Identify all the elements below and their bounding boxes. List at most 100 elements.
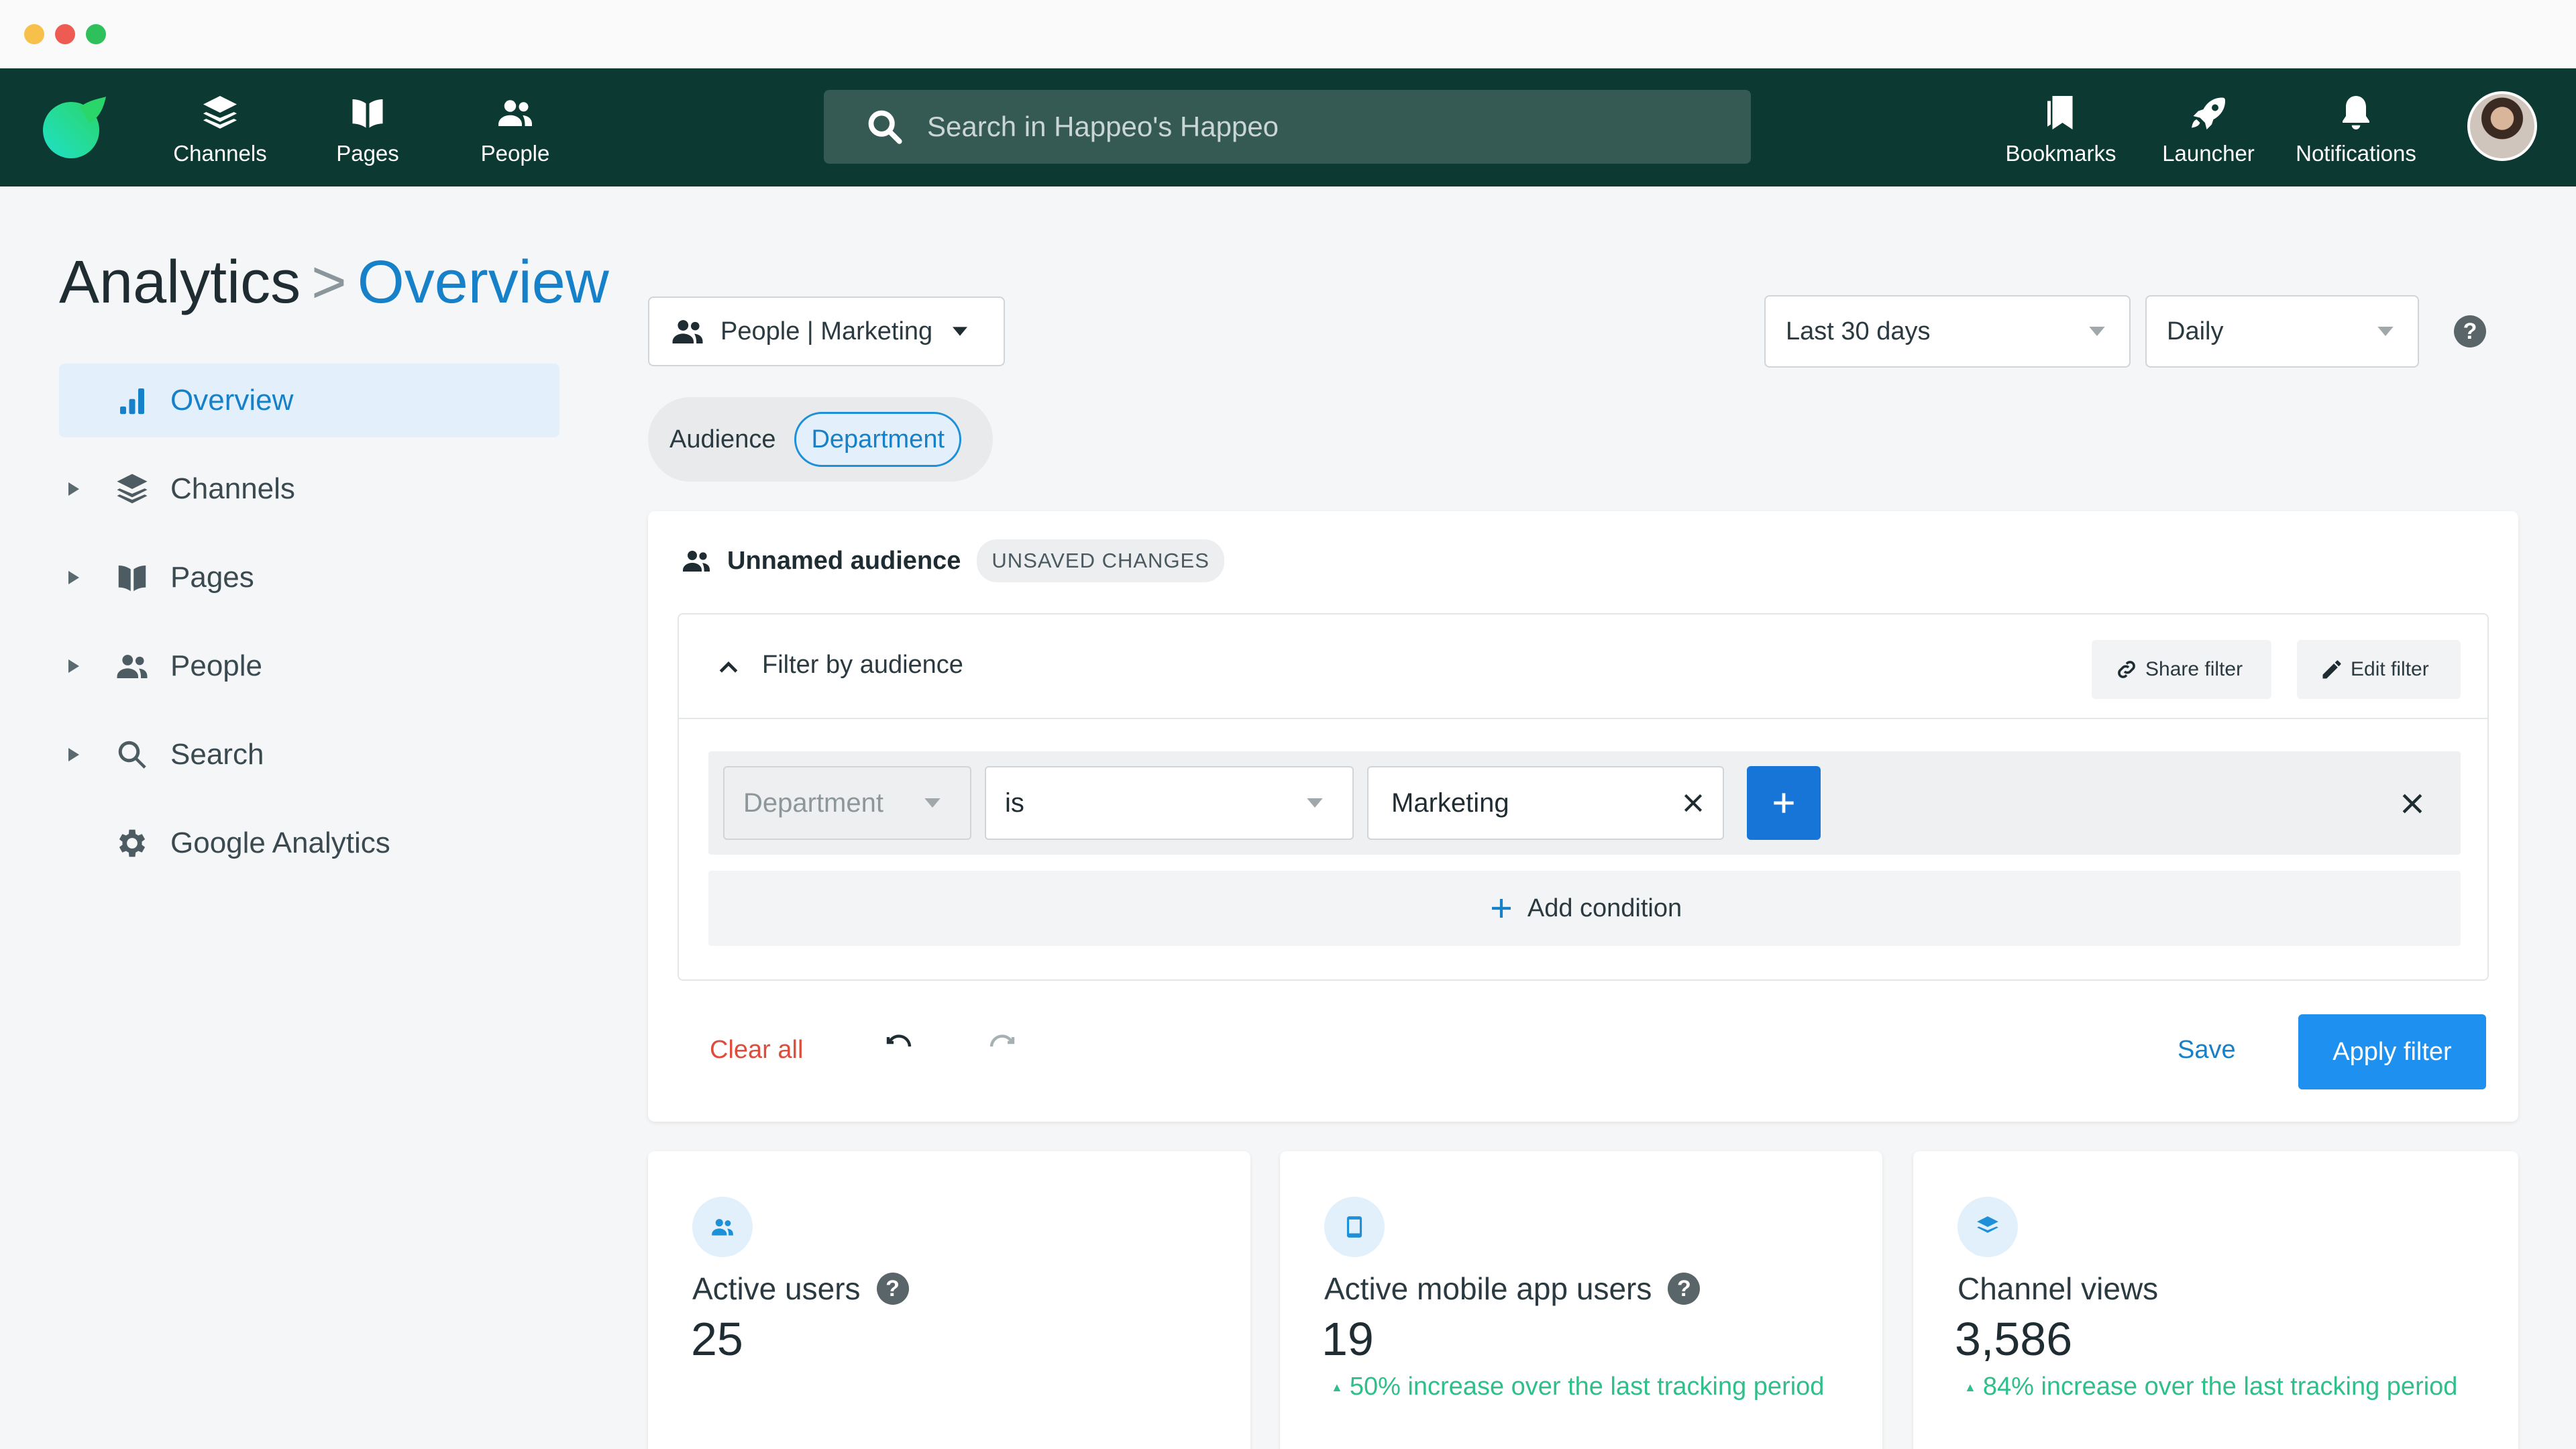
segment-department[interactable]: Department: [794, 412, 962, 467]
help-icon[interactable]: ?: [2454, 315, 2486, 347]
sidebar-item-channels[interactable]: Channels: [59, 452, 559, 526]
gear-icon: [114, 825, 150, 861]
clear-all-button[interactable]: Clear all: [710, 1036, 803, 1065]
sidebar-item-label: Overview: [170, 384, 294, 417]
audience-header: Unnamed audience UNSAVED CHANGES: [680, 539, 1224, 582]
stat-card-active-mobile-users: Active mobile app users ? 19 ▲ 50% increa…: [1280, 1151, 1882, 1449]
breadcrumb-root[interactable]: Analytics: [59, 249, 301, 316]
sidebar-item-google-analytics[interactable]: Google Analytics: [59, 806, 559, 880]
condition-row: Department is Marketing: [708, 751, 2461, 855]
nav-launcher[interactable]: Launcher: [2141, 89, 2275, 169]
window-chrome: [0, 0, 2576, 68]
save-button[interactable]: Save: [2178, 1036, 2236, 1065]
condition-operator-value: is: [1005, 788, 1024, 818]
filter-title[interactable]: Filter by audience: [762, 651, 963, 680]
sidebar-item-label: Google Analytics: [170, 826, 390, 859]
sidebar-item-label: People: [170, 649, 263, 682]
sidebar-item-overview[interactable]: Overview: [59, 364, 559, 437]
edit-filter-button[interactable]: Edit filter: [2297, 640, 2461, 699]
nav-people-label: People: [480, 141, 550, 166]
layers-icon: [203, 96, 237, 129]
help-icon[interactable]: ?: [1668, 1273, 1701, 1305]
segment-audience[interactable]: Audience: [669, 425, 775, 454]
link-icon: [2118, 661, 2135, 678]
condition-value-field[interactable]: Marketing: [1367, 766, 1724, 840]
book-icon: [352, 99, 383, 128]
interval-select[interactable]: Daily: [2145, 295, 2419, 368]
stat-trend: ▲ 84% increase over the last tracking per…: [1964, 1373, 2457, 1401]
stat-trend-text: 50% increase over the last tracking peri…: [1349, 1373, 1825, 1401]
stat-label-text: Active users: [692, 1271, 861, 1306]
minimize-window-button[interactable]: [24, 24, 44, 44]
undo-icon[interactable]: [883, 1032, 915, 1064]
expand-caret-icon[interactable]: [59, 482, 94, 496]
pencil-icon: [2322, 660, 2341, 679]
search-input[interactable]: [927, 111, 1665, 143]
expand-caret-icon[interactable]: [59, 748, 94, 761]
people-icon: [498, 100, 532, 126]
nav-people[interactable]: People: [448, 89, 582, 169]
search-icon: [114, 737, 150, 773]
nav-launcher-label: Launcher: [2162, 141, 2255, 166]
redo-icon[interactable]: [986, 1032, 1018, 1064]
condition-operator-select[interactable]: is: [985, 766, 1354, 840]
filter-mode-segmented: Audience Department: [648, 397, 993, 482]
nav-pages[interactable]: Pages: [301, 89, 435, 169]
user-avatar[interactable]: [2467, 91, 2537, 161]
remove-condition-icon[interactable]: [2398, 789, 2427, 818]
nav-channels[interactable]: Channels: [153, 89, 287, 169]
add-condition-label: Add condition: [1527, 894, 1682, 922]
maximize-window-button[interactable]: [86, 24, 106, 44]
dropdown-arrow-icon: [2089, 327, 2105, 336]
clear-value-icon[interactable]: [1680, 790, 1707, 816]
layers-icon: [1957, 1197, 2018, 1257]
close-window-button[interactable]: [55, 24, 75, 44]
trend-up-icon: ▲: [1331, 1381, 1343, 1395]
nav-bookmarks-label: Bookmarks: [2005, 141, 2116, 166]
chevron-up-icon[interactable]: [719, 660, 738, 674]
breadcrumb-separator: >: [311, 249, 347, 316]
expand-caret-icon[interactable]: [59, 659, 94, 673]
stat-label-text: Active mobile app users: [1324, 1271, 1652, 1306]
sidebar-item-people[interactable]: People: [59, 629, 559, 703]
share-filter-button[interactable]: Share filter: [2092, 640, 2271, 699]
help-icon[interactable]: ?: [876, 1273, 909, 1305]
stat-value: 19: [1322, 1313, 1374, 1365]
expand-caret-icon[interactable]: [59, 571, 94, 584]
condition-field-value: Department: [743, 788, 883, 818]
unsaved-changes-badge: UNSAVED CHANGES: [977, 539, 1224, 582]
condition-value: Marketing: [1391, 788, 1509, 818]
bell-icon: [2343, 96, 2369, 129]
scope-select[interactable]: People | Marketing: [648, 297, 1005, 366]
dropdown-arrow-icon: [924, 798, 941, 808]
sidebar-item-label: Channels: [170, 472, 295, 505]
phone-icon: [1324, 1197, 1385, 1257]
people-icon: [114, 648, 150, 684]
stat-value: 25: [691, 1313, 743, 1365]
add-value-button[interactable]: [1747, 766, 1821, 840]
scope-select-value: People | Marketing: [720, 317, 933, 345]
sidebar-item-search[interactable]: Search: [59, 718, 559, 792]
stat-label: Active users ?: [692, 1271, 909, 1307]
filter-panel: Filter by audience Share filter Edit fil…: [678, 613, 2489, 981]
edit-filter-label: Edit filter: [2351, 658, 2429, 680]
nav-notifications[interactable]: Notifications: [2289, 89, 2423, 169]
sidebar-item-pages[interactable]: Pages: [59, 541, 559, 614]
happeo-logo-icon[interactable]: [39, 95, 109, 161]
rocket-icon: [2192, 97, 2225, 129]
stat-trend: ▲ 50% increase over the last tracking per…: [1331, 1373, 1824, 1401]
date-range-select[interactable]: Last 30 days: [1764, 295, 2131, 368]
apply-filter-label: Apply filter: [2332, 1037, 2452, 1066]
stat-label-text: Channel views: [1957, 1271, 2159, 1306]
stat-label: Active mobile app users ?: [1324, 1271, 1701, 1307]
stat-label: Channel views: [1957, 1271, 2158, 1307]
search-icon: [868, 110, 902, 144]
apply-filter-button[interactable]: Apply filter: [2298, 1014, 2486, 1089]
nav-bookmarks[interactable]: Bookmarks: [1994, 89, 2128, 169]
book-icon: [114, 559, 150, 596]
layers-icon: [114, 471, 150, 507]
top-navbar: Channels Pages People Bookmarks Launcher…: [0, 68, 2576, 186]
trend-up-icon: ▲: [1964, 1381, 1976, 1395]
add-condition-button[interactable]: Add condition: [708, 871, 2461, 946]
global-search[interactable]: [824, 90, 1751, 164]
